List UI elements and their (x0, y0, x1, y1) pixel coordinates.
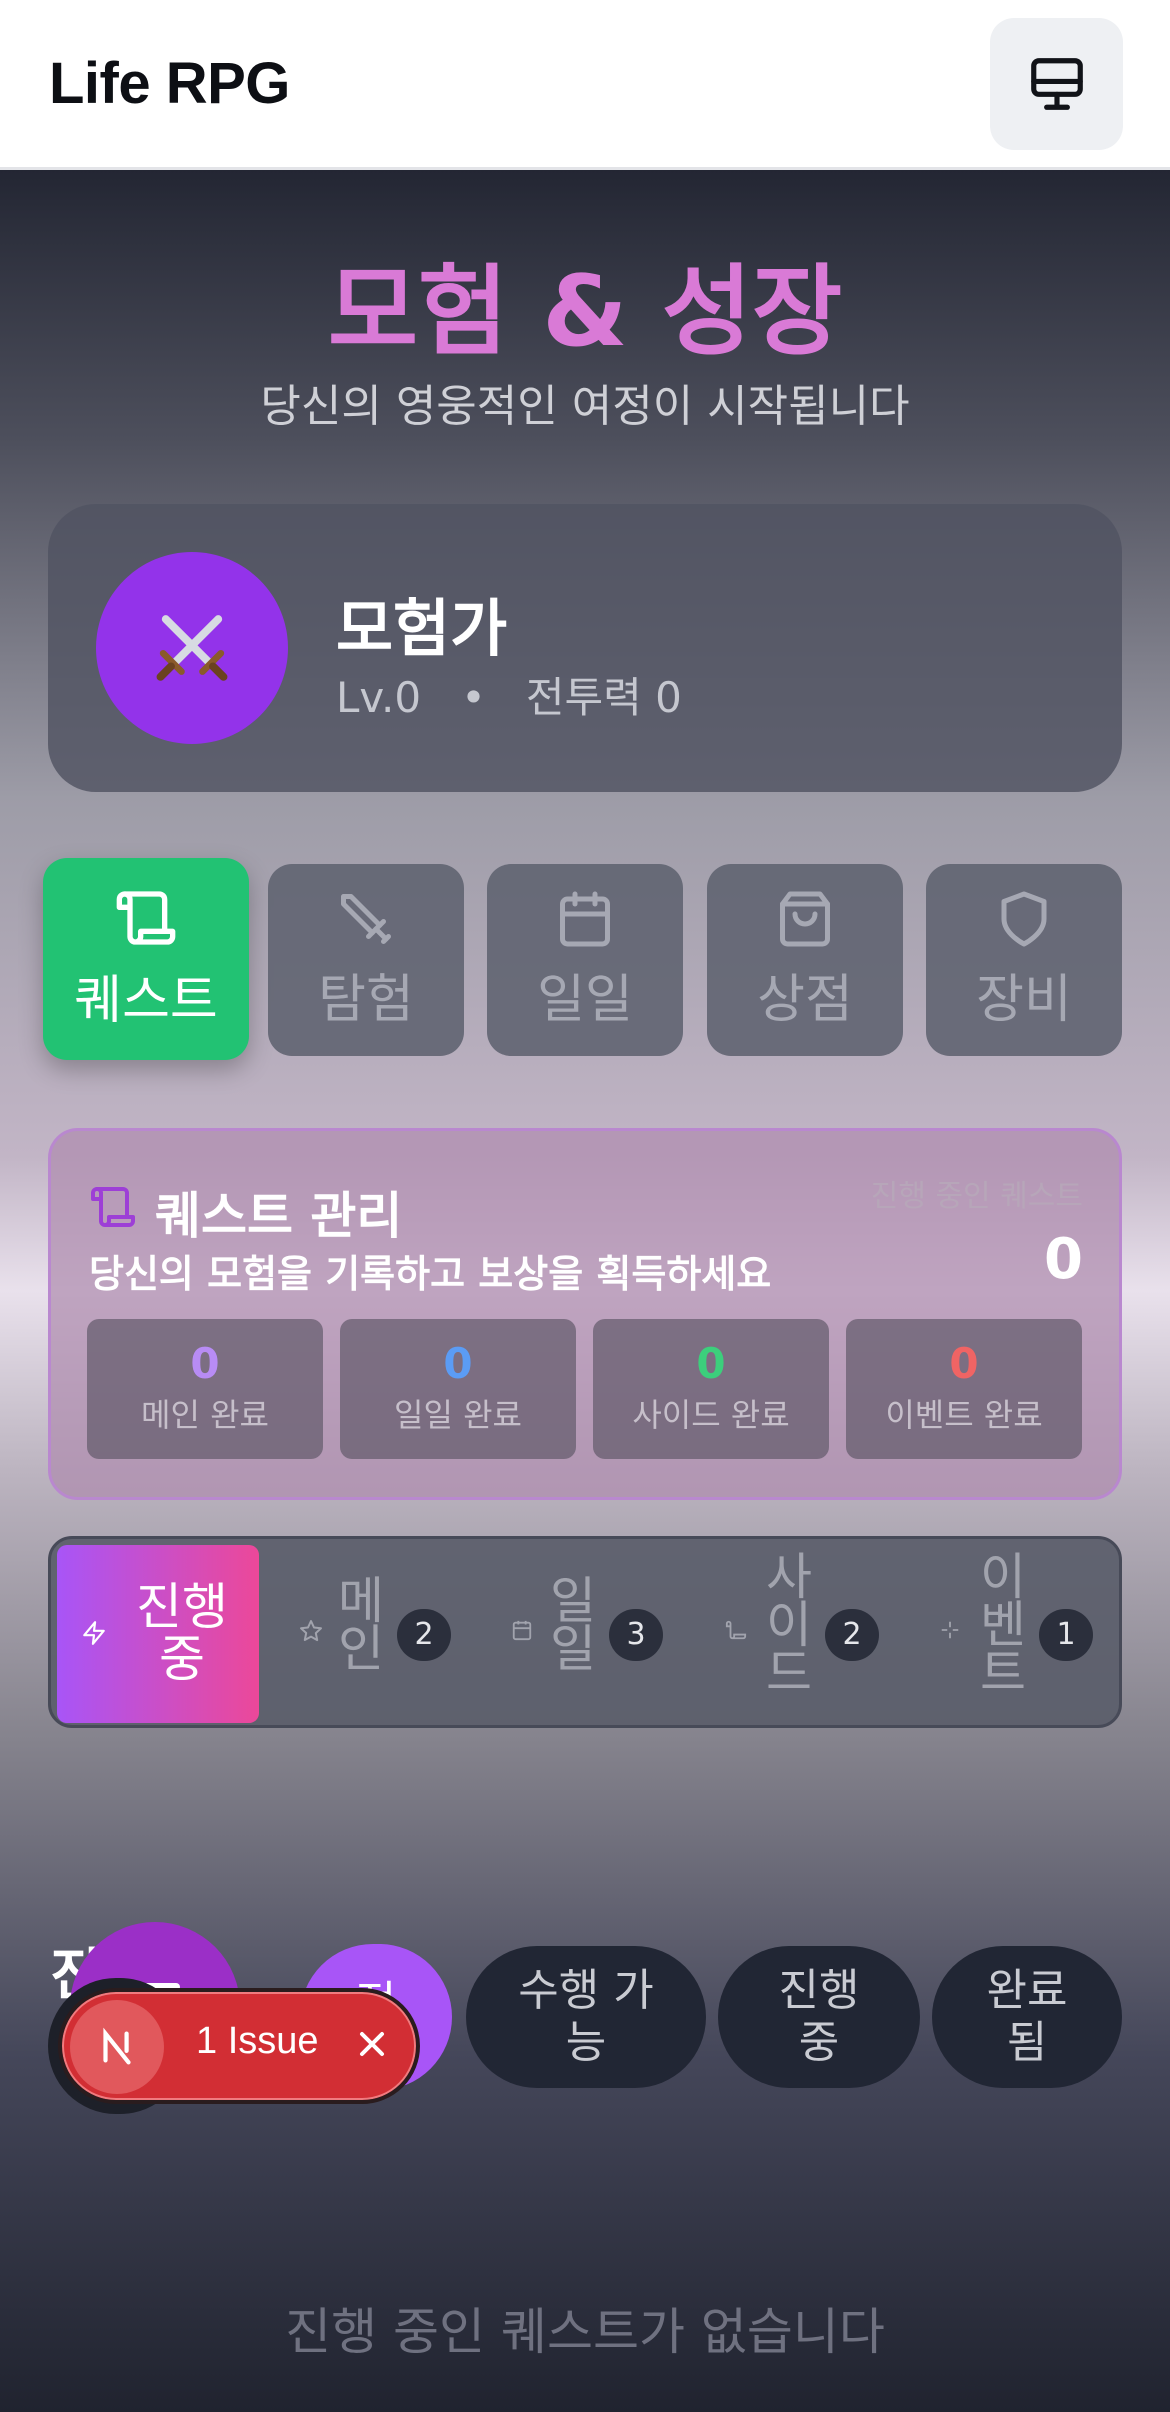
tab-explore[interactable]: 탐험 (268, 864, 464, 1056)
tab-daily[interactable]: 일일 (487, 864, 683, 1056)
active-quest-label: 진행 중인 퀘스트 (870, 1179, 1083, 1214)
scroll-icon (91, 1187, 135, 1227)
quest-card-description: 당신의 모험을 기록하고 보상을 획득하세요 (89, 1252, 772, 1296)
main-content: 모험 & 성장 당신의 영웅적인 여정이 시작됩니다 모험가 Lv.0 • 전투력 … (0, 170, 1170, 2412)
status-filter-in-progress[interactable]: 진행 중 (718, 1946, 920, 2088)
hero-title: 모험 & 성장 (327, 255, 843, 369)
filter-label-line: 사 이 드 (766, 1548, 812, 1702)
status-filter-completed[interactable]: 완료 됨 (932, 1946, 1122, 2088)
tab-label: 일일 (537, 969, 633, 1030)
player-stats: Lv.0 • 전투력 0 (336, 664, 682, 725)
stat-label: 이벤트 완료 (885, 1396, 1043, 1434)
tab-label: 상점 (757, 969, 853, 1030)
filter-main[interactable]: 메 인 2 (287, 1539, 487, 1725)
star-icon (300, 1620, 322, 1642)
stat-label: 일일 완료 (394, 1396, 522, 1434)
stat-side-completed: 0 사이드 완료 (593, 1319, 829, 1459)
stat-label: 사이드 완료 (632, 1396, 790, 1434)
tab-label: 장비 (976, 969, 1072, 1030)
stat-event-completed: 0 이벤트 완료 (846, 1319, 1082, 1459)
issue-badge[interactable]: 1 Issue (58, 1988, 420, 2104)
empty-state-message: 진행 중인 퀘스트가 없습니다 (285, 2303, 885, 2361)
filter-side[interactable]: 사 이 드 2 (715, 1539, 915, 1725)
pill-label: 진행 중 (778, 1965, 860, 2068)
quest-card-title: 퀘스트 관리 (155, 1187, 403, 1245)
calendar-icon (560, 891, 610, 946)
lightning-icon (83, 1621, 105, 1645)
scroll-icon (725, 1620, 747, 1640)
filter-label-line: 일 일 (550, 1572, 596, 1678)
separator-dot: • (461, 673, 486, 722)
stat-daily-completed: 0 일일 완료 (340, 1319, 576, 1459)
scroll-icon (116, 890, 176, 945)
filter-label: 이 벤 트 (973, 1552, 1033, 1698)
close-icon[interactable] (352, 2024, 392, 2064)
device-toggle-button[interactable] (990, 18, 1123, 150)
shield-icon (1001, 891, 1047, 946)
filter-count-badge: 3 (609, 1609, 663, 1661)
filter-daily[interactable]: 일 일 3 (501, 1539, 701, 1725)
avatar[interactable] (96, 552, 288, 744)
tab-quest[interactable]: 퀘스트 (43, 858, 249, 1060)
profile-card: 모험가 Lv.0 • 전투력 0 (48, 504, 1122, 792)
player-name: 모험가 (336, 592, 508, 665)
stat-value: 0 (696, 1339, 726, 1388)
calendar-icon (512, 1620, 532, 1641)
top-app-bar: Life RPG (0, 0, 1170, 170)
stat-main-completed: 0 메인 완료 (87, 1319, 323, 1459)
stat-value: 0 (443, 1339, 473, 1388)
pill-label: 완료 됨 (986, 1965, 1068, 2068)
quest-summary-card: 퀘스트 관리 당신의 모험을 기록하고 보상을 획득하세요 진행 중인 퀘스트 … (48, 1128, 1122, 1500)
nextjs-logo-icon (70, 2000, 164, 2094)
filter-event[interactable]: 이 벤 트 1 (929, 1539, 1125, 1725)
app-title: Life RPG (49, 51, 290, 116)
monitor-icon (1030, 58, 1083, 110)
hero-subtitle: 당신의 영웅적인 여정이 시작됩니다 (260, 381, 910, 432)
filter-label: 메 인 (331, 1576, 391, 1674)
filter-count-badge: 1 (1039, 1609, 1093, 1661)
tab-equipment[interactable]: 장비 (926, 864, 1122, 1056)
filter-label: 일 일 (543, 1576, 603, 1674)
filter-label-line: 이 벤 트 (980, 1548, 1026, 1702)
filter-in-progress[interactable]: 진행 중 (57, 1545, 259, 1723)
status-filter-available[interactable]: 수행 가능 (466, 1946, 706, 2088)
tab-shop[interactable]: 상점 (707, 864, 903, 1056)
tab-label: 퀘스트 (74, 970, 218, 1031)
stat-value: 0 (949, 1339, 979, 1388)
stat-value: 0 (190, 1339, 220, 1388)
player-power: 전투력 0 (525, 673, 682, 722)
filter-count-badge: 2 (397, 1609, 451, 1661)
active-quest-count: 0 (1044, 1227, 1083, 1292)
stat-label: 메인 완료 (141, 1396, 269, 1434)
filter-label-line: 메 인 (338, 1572, 384, 1678)
quest-type-filter: 진행 중 메 인 2 일 일 3 사 이 드 2 이 벤 트 1 (48, 1536, 1122, 1728)
player-level: Lv.0 (336, 673, 422, 722)
issue-count-label: 1 Issue (196, 2020, 319, 2062)
filter-count-badge: 2 (825, 1609, 879, 1661)
pill-label: 수행 가능 (518, 1965, 654, 2068)
filter-label: 진행 중 (127, 1581, 237, 1685)
sparkle-icon (941, 1621, 959, 1639)
filter-label-line: 진행 중 (136, 1578, 228, 1688)
shopping-bag-icon (780, 891, 830, 946)
sword-icon (341, 893, 391, 944)
crossed-swords-icon (156, 615, 228, 681)
tab-label: 탐험 (318, 969, 414, 1030)
filter-label: 사 이 드 (759, 1552, 819, 1698)
